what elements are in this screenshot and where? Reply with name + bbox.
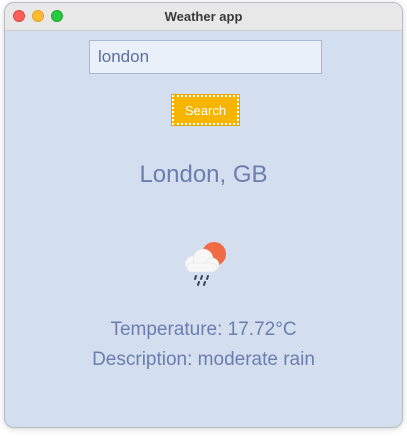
title-bar: Weather app (5, 3, 402, 31)
temperature-label: Temperature: 17.72°C (110, 319, 297, 340)
description-label: Description: moderate rain (92, 349, 315, 370)
window-title: Weather app (164, 9, 243, 24)
location-label: London, GB (139, 161, 268, 188)
cloud-sun-rain-icon (184, 242, 226, 286)
app-window: Weather app Search London, GB Temperatur… (4, 2, 403, 428)
city-search-input[interactable] (89, 40, 322, 74)
search-button[interactable]: Search (171, 94, 240, 126)
